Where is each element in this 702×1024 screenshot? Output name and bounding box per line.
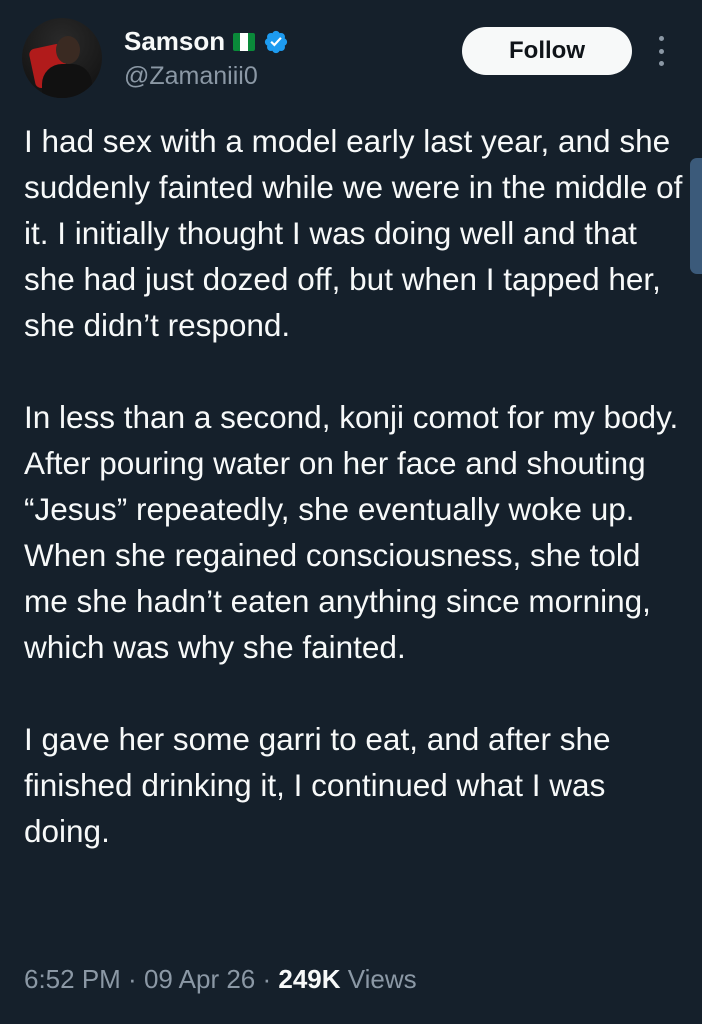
more-options-icon[interactable] — [652, 36, 670, 66]
tweet-paragraph-1: I had sex with a model early last year, … — [24, 123, 683, 343]
tweet-meta: 6:52 PM · 09 Apr 26 · 249K Views — [24, 964, 417, 995]
tweet-paragraph-2: In less than a second, konji comot for m… — [24, 399, 679, 665]
meta-separator: · — [120, 964, 144, 994]
tweet-card: Samson @Zamaniii0 Follow I had sex with … — [0, 0, 702, 1024]
display-name[interactable]: Samson — [124, 26, 225, 57]
tweet-paragraph-3: I gave her some garri to eat, and after … — [24, 721, 611, 849]
meta-separator: · — [255, 964, 279, 994]
nigeria-flag-icon — [233, 32, 256, 51]
avatar[interactable] — [22, 18, 102, 98]
avatar-head — [56, 36, 80, 64]
scrollbar-thumb[interactable] — [690, 158, 702, 274]
author-name-row[interactable]: Samson — [124, 26, 289, 57]
verified-badge-icon — [265, 30, 288, 53]
tweet-time[interactable]: 6:52 PM — [24, 964, 121, 994]
tweet-date[interactable]: 09 Apr 26 — [144, 964, 255, 994]
avatar-body — [42, 64, 92, 98]
views-label: Views — [347, 964, 417, 994]
views-count: 249K — [278, 964, 341, 994]
follow-button[interactable]: Follow — [462, 27, 632, 75]
user-handle[interactable]: @Zamaniii0 — [124, 62, 258, 91]
tweet-text: I had sex with a model early last year, … — [24, 118, 692, 854]
